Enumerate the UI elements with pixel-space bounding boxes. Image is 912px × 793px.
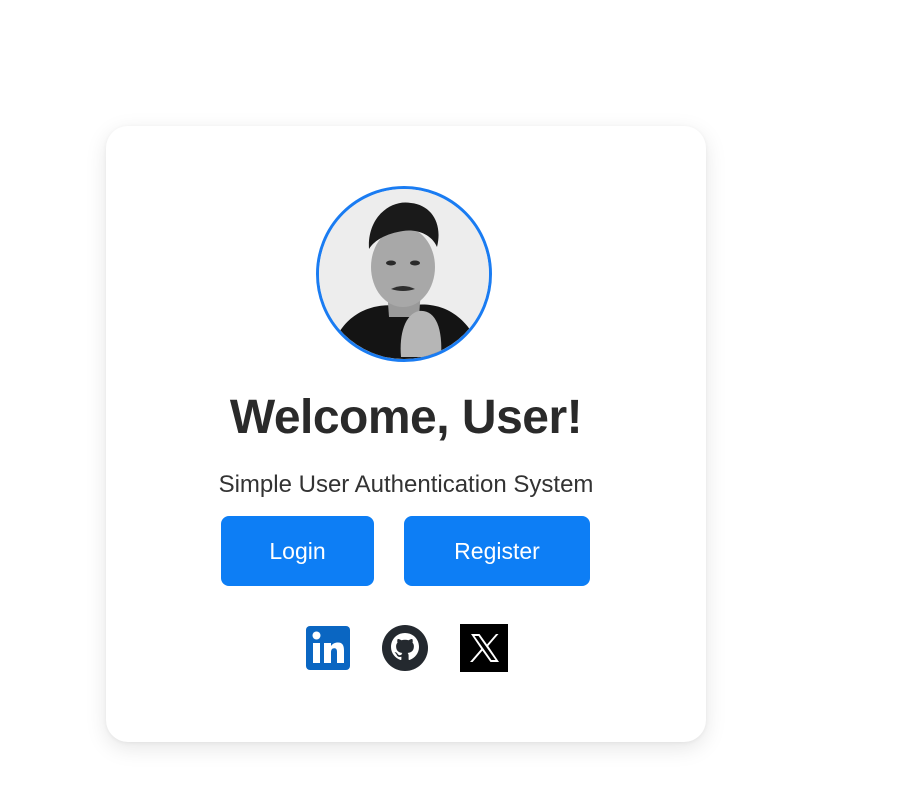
x-icon xyxy=(460,624,508,672)
page-subtitle: Simple User Authentication System xyxy=(218,471,594,498)
linkedin-link[interactable] xyxy=(304,624,352,672)
linkedin-icon xyxy=(306,626,350,670)
register-button[interactable]: Register xyxy=(404,516,590,586)
avatar xyxy=(316,186,492,362)
page-title: Welcome, User! xyxy=(229,391,583,444)
x-link[interactable] xyxy=(460,624,508,672)
github-icon xyxy=(382,625,428,671)
user-photo xyxy=(319,189,489,359)
welcome-card: Welcome, User! Simple User Authenticatio… xyxy=(106,126,706,742)
github-link[interactable] xyxy=(381,624,429,672)
login-button[interactable]: Login xyxy=(221,516,374,586)
social-links xyxy=(106,624,706,674)
